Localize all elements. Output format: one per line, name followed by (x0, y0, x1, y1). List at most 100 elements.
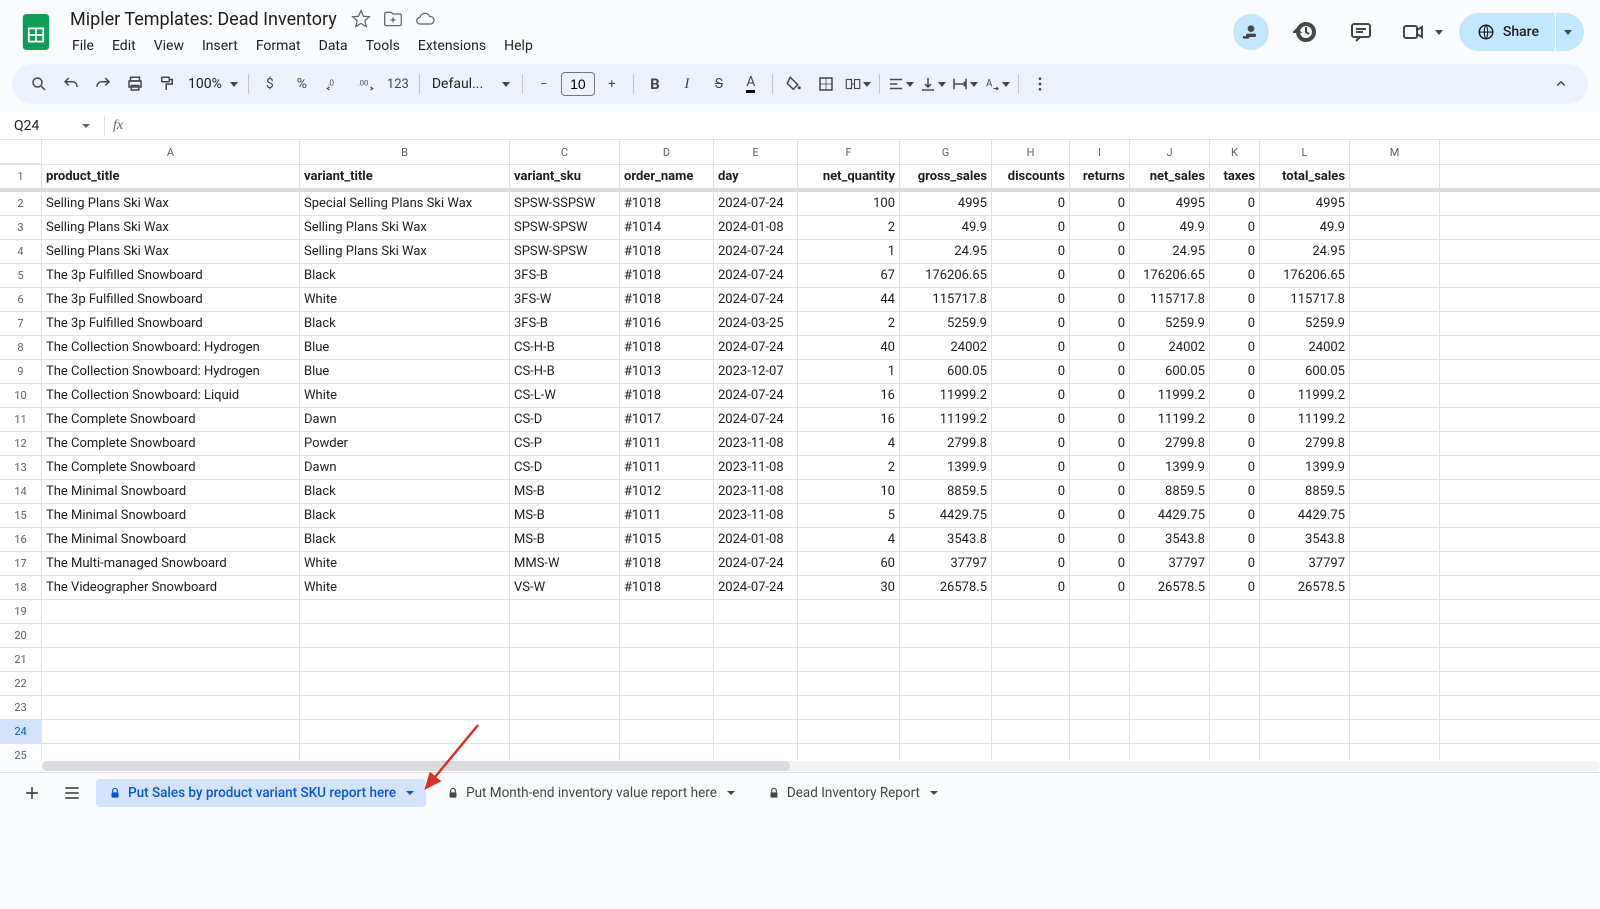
cell[interactable]: 2024-07-24 (714, 552, 798, 575)
column-header[interactable]: F (798, 140, 900, 164)
cell[interactable] (510, 720, 620, 743)
cell[interactable]: 8859.5 (1130, 480, 1210, 503)
cell[interactable]: 0 (1210, 312, 1260, 335)
decrease-decimal-icon[interactable]: .0 (319, 69, 349, 99)
sheet-tab[interactable]: Put Month-end inventory value report her… (434, 779, 747, 807)
cell[interactable] (620, 696, 714, 719)
cell[interactable] (798, 672, 900, 695)
cell[interactable]: Blue (300, 336, 510, 359)
cell[interactable] (992, 648, 1070, 671)
cell[interactable]: 11199.2 (1260, 408, 1350, 431)
cell[interactable]: Black (300, 480, 510, 503)
cell[interactable]: Dawn (300, 408, 510, 431)
cell[interactable]: 2024-01-08 (714, 216, 798, 239)
cell[interactable]: 0 (1210, 192, 1260, 215)
meet-icon[interactable] (1397, 16, 1429, 48)
cell[interactable]: Black (300, 312, 510, 335)
chevron-down-icon[interactable] (727, 791, 735, 795)
cell[interactable]: 5259.9 (900, 312, 992, 335)
cell[interactable]: 1 (798, 360, 900, 383)
cell[interactable] (1130, 624, 1210, 647)
row-header[interactable]: 4 (0, 240, 42, 263)
cell[interactable]: Selling Plans Ski Wax (300, 240, 510, 263)
cell[interactable]: #1018 (620, 576, 714, 599)
cell[interactable]: #1018 (620, 264, 714, 287)
cell[interactable] (1350, 432, 1440, 455)
cell[interactable]: CS-H-B (510, 336, 620, 359)
column-header[interactable]: D (620, 140, 714, 164)
undo-icon[interactable] (56, 69, 86, 99)
column-header[interactable]: M (1350, 140, 1440, 164)
cell[interactable]: 115717.8 (1130, 288, 1210, 311)
cell[interactable]: 2799.8 (1130, 432, 1210, 455)
cell[interactable]: 37797 (1260, 552, 1350, 575)
cell[interactable]: CS-D (510, 408, 620, 431)
row-header[interactable]: 7 (0, 312, 42, 335)
cell[interactable] (1350, 336, 1440, 359)
cell[interactable]: CS-H-B (510, 360, 620, 383)
row-header[interactable]: 19 (0, 600, 42, 623)
cell[interactable] (1210, 720, 1260, 743)
cell[interactable]: 0 (992, 384, 1070, 407)
font-family-select[interactable]: Defaul... (426, 76, 516, 92)
chevron-down-icon[interactable] (406, 791, 414, 795)
cell[interactable] (714, 624, 798, 647)
cell[interactable]: 0 (1210, 336, 1260, 359)
cell[interactable]: 0 (1210, 264, 1260, 287)
cell[interactable]: 2 (798, 312, 900, 335)
cell[interactable]: 0 (1070, 336, 1130, 359)
cell[interactable]: 5259.9 (1260, 312, 1350, 335)
cell[interactable]: 0 (1210, 360, 1260, 383)
cell[interactable]: 2024-07-24 (714, 264, 798, 287)
cell[interactable] (1130, 696, 1210, 719)
cell[interactable] (300, 600, 510, 623)
cell[interactable]: 0 (992, 480, 1070, 503)
column-header[interactable]: E (714, 140, 798, 164)
bold-button[interactable]: B (640, 69, 670, 99)
cell[interactable]: 600.05 (1130, 360, 1210, 383)
cell[interactable] (1260, 744, 1350, 760)
cell[interactable]: The Complete Snowboard (42, 456, 300, 479)
cell[interactable]: 2023-11-08 (714, 456, 798, 479)
row-header[interactable]: 22 (0, 672, 42, 695)
cell[interactable]: #1018 (620, 336, 714, 359)
cell[interactable]: 5259.9 (1130, 312, 1210, 335)
cell[interactable] (798, 600, 900, 623)
cell[interactable] (42, 648, 300, 671)
column-header[interactable]: K (1210, 140, 1260, 164)
cell[interactable]: 4995 (1130, 192, 1210, 215)
cell[interactable]: SPSW-SPSW (510, 240, 620, 263)
cell[interactable]: 0 (1070, 504, 1130, 527)
cell[interactable]: 0 (1070, 288, 1130, 311)
text-wrap-button[interactable] (950, 69, 980, 99)
cell[interactable]: taxes (1210, 165, 1260, 188)
cell[interactable] (42, 672, 300, 695)
cell[interactable]: 0 (1070, 456, 1130, 479)
cell[interactable]: net_sales (1130, 165, 1210, 188)
cell[interactable]: returns (1070, 165, 1130, 188)
cell[interactable] (1350, 192, 1440, 215)
cell[interactable]: 2024-07-24 (714, 384, 798, 407)
cell[interactable] (42, 720, 300, 743)
cell[interactable]: White (300, 576, 510, 599)
cell[interactable] (714, 744, 798, 760)
row-header[interactable]: 17 (0, 552, 42, 575)
column-header[interactable]: J (1130, 140, 1210, 164)
cell[interactable]: Powder (300, 432, 510, 455)
cell[interactable]: 176206.65 (1130, 264, 1210, 287)
cell[interactable]: Blue (300, 360, 510, 383)
cell[interactable] (1350, 165, 1440, 188)
cell[interactable]: 3543.8 (1130, 528, 1210, 551)
cell[interactable] (1210, 744, 1260, 760)
cell[interactable] (300, 624, 510, 647)
cell[interactable]: The Minimal Snowboard (42, 504, 300, 527)
cell[interactable] (1350, 312, 1440, 335)
search-menus-icon[interactable] (24, 69, 54, 99)
cell[interactable]: 4995 (1260, 192, 1350, 215)
row-header[interactable]: 11 (0, 408, 42, 431)
cell[interactable]: CS-D (510, 456, 620, 479)
cell[interactable]: 24002 (1260, 336, 1350, 359)
menu-format[interactable]: Format (248, 34, 309, 58)
cell[interactable]: 11999.2 (900, 384, 992, 407)
cell[interactable]: 0 (992, 456, 1070, 479)
